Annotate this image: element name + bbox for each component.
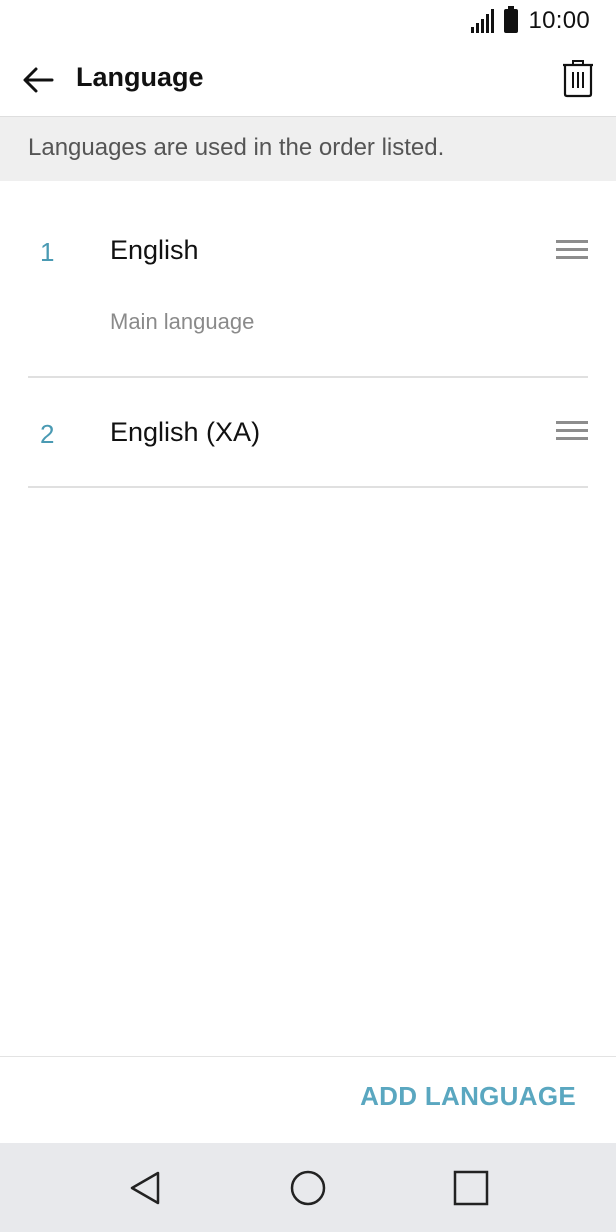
add-language-button[interactable]: ADD LANGUAGE (360, 1081, 576, 1112)
language-row-1[interactable]: 1 English Main language (0, 181, 616, 378)
drag-handle-icon[interactable] (556, 234, 590, 264)
signal-icon (471, 9, 495, 33)
status-bar: 10:00 (0, 0, 616, 42)
nav-back-button[interactable] (122, 1165, 168, 1211)
language-subtitle: Main language (110, 309, 255, 334)
language-list: 1 English Main language 2 English (XA) (0, 181, 616, 488)
back-arrow-icon (23, 67, 54, 93)
language-order-number: 1 (40, 237, 55, 267)
language-row-2[interactable]: 2 English (XA) (0, 378, 616, 488)
back-button[interactable] (14, 56, 62, 104)
status-time: 10:00 (528, 7, 590, 34)
nav-home-icon (290, 1170, 326, 1206)
app-bar: Language (0, 42, 616, 117)
bottom-action-bar: ADD LANGUAGE (0, 1056, 616, 1143)
nav-recent-button[interactable] (448, 1165, 494, 1211)
info-banner-text: Languages are used in the order listed. (28, 134, 445, 161)
language-order-number: 2 (40, 419, 55, 449)
battery-icon (504, 6, 519, 33)
nav-home-button[interactable] (285, 1165, 331, 1211)
divider (28, 486, 588, 488)
nav-recent-icon (453, 1170, 489, 1206)
navigation-bar (0, 1143, 616, 1232)
delete-button[interactable] (554, 54, 602, 102)
info-banner: Languages are used in the order listed. (0, 117, 616, 181)
language-name: English (110, 235, 199, 265)
trash-icon (563, 60, 593, 98)
nav-back-icon (130, 1171, 160, 1205)
language-settings-screen: 10:00 Language Languages are used in the… (0, 0, 616, 1232)
page-title: Language (76, 62, 204, 92)
status-icons: 10:00 (471, 6, 590, 36)
drag-handle-icon[interactable] (556, 415, 590, 445)
language-name: English (XA) (110, 417, 261, 447)
